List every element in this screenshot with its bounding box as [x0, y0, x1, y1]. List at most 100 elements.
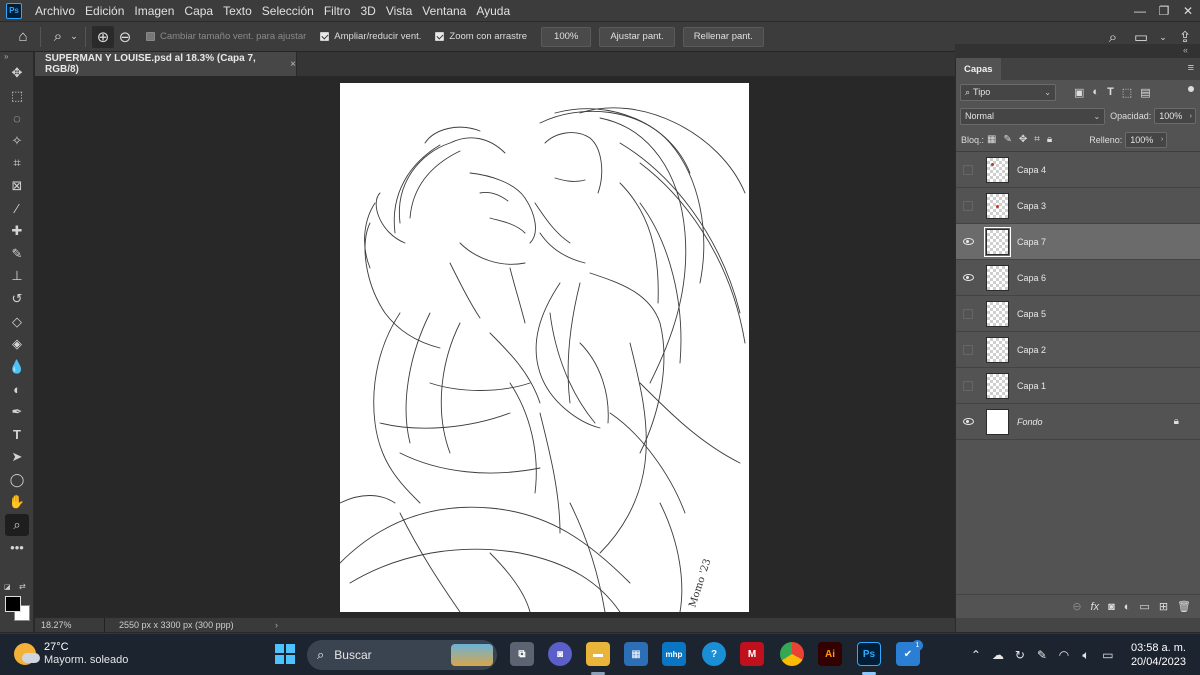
fill-screen-button[interactable]: Rellenar pant.	[682, 26, 764, 47]
chevron-down-icon[interactable]: ⌄	[69, 26, 79, 48]
menu-vista[interactable]: Vista	[381, 4, 417, 18]
magic-wand-tool-icon[interactable]: ✧	[5, 130, 29, 152]
weather-widget[interactable]: 27°C Mayorm. soleado	[14, 641, 128, 667]
filter-toggle[interactable]	[1188, 86, 1194, 92]
scrubby-zoom-checkbox[interactable]: Zoom con arrastre	[435, 31, 527, 42]
resize-windows-checkbox[interactable]: Cambiar tamaño vent. para ajustar	[146, 31, 306, 42]
zoom-in-icon[interactable]: ⊕	[92, 25, 114, 48]
menu-imagen[interactable]: Imagen	[129, 4, 179, 18]
layer-row[interactable]: Capa 5	[956, 296, 1200, 332]
panel-menu-icon[interactable]: ≡	[1188, 62, 1194, 74]
canvas-workspace[interactable]: Momo '23	[35, 76, 955, 617]
add-mask-icon[interactable]: ◙	[1108, 601, 1115, 613]
visibility-toggle[interactable]	[956, 404, 980, 440]
zoom-tool-icon[interactable]: ⌕	[5, 513, 29, 536]
start-button[interactable]	[275, 644, 295, 664]
lock-transparency-icon[interactable]: ▦	[987, 134, 996, 145]
document-canvas[interactable]: Momo '23	[339, 83, 749, 613]
fill-field[interactable]: 100% ›	[1125, 131, 1168, 148]
new-group-icon[interactable]: ▭	[1139, 600, 1149, 613]
photoshop-logo-icon[interactable]: Ps	[6, 2, 22, 19]
zoom-out-icon[interactable]: ⊖	[114, 26, 136, 48]
fit-screen-button[interactable]: Ajustar pant.	[599, 26, 675, 47]
menu-edicion[interactable]: Edición	[80, 4, 129, 18]
zoom-resize-checkbox[interactable]: Ampliar/reducir vent.	[320, 31, 421, 42]
volume-icon[interactable]: 🔈︎	[1075, 648, 1097, 663]
teams-chat-icon[interactable]: ◙	[548, 642, 572, 666]
illustrator-icon[interactable]: Ai	[818, 642, 842, 666]
document-tab[interactable]: SUPERMAN Y LOUISE.psd al 18.3% (Capa 7, …	[35, 52, 297, 76]
menu-3d[interactable]: 3D	[355, 4, 380, 18]
taskbar-search[interactable]: ⌕ Buscar	[307, 640, 497, 670]
pen-tool-icon[interactable]: ✒	[5, 401, 29, 423]
status-menu-arrow[interactable]: ›	[275, 620, 278, 630]
help-app-icon[interactable]: ?	[702, 642, 726, 666]
blend-mode-select[interactable]: Normal ⌄	[960, 107, 1106, 125]
brush-tool-icon[interactable]: ✎	[5, 243, 29, 265]
file-explorer-icon[interactable]: ▬	[586, 642, 610, 666]
layer-row[interactable]: Capa 6	[956, 260, 1200, 296]
collapse-icon[interactable]: »	[0, 52, 33, 62]
swap-colors-icon[interactable]: ⇄	[19, 582, 26, 591]
clock[interactable]: 03:58 a. m. 20/04/2023	[1131, 641, 1186, 669]
layer-effects-icon[interactable]: fx	[1091, 601, 1100, 613]
menu-texto[interactable]: Texto	[218, 4, 257, 18]
frame-tool-icon[interactable]: ⊠	[5, 175, 29, 197]
adjustment-layer-icon[interactable]: ◐	[1124, 601, 1131, 613]
collapse-panels-icon[interactable]: «	[1183, 45, 1188, 55]
mhp-app-icon[interactable]: mhp	[662, 642, 686, 666]
tab-capas[interactable]: Capas	[956, 58, 1001, 80]
lock-artboard-icon[interactable]: ⌗	[1034, 134, 1040, 145]
close-icon[interactable]: ✕	[1176, 0, 1200, 21]
healing-brush-tool-icon[interactable]: ✚	[5, 220, 29, 242]
shape-filter-icon[interactable]: ⬚	[1122, 86, 1132, 99]
microsoft-store-icon[interactable]: ▦	[624, 642, 648, 666]
history-brush-tool-icon[interactable]: ↺	[5, 288, 29, 310]
wifi-icon[interactable]: ◠	[1053, 648, 1075, 662]
crop-tool-icon[interactable]: ⌗	[5, 152, 29, 174]
hand-tool-icon[interactable]: ✋	[5, 491, 29, 513]
visibility-toggle[interactable]	[956, 152, 980, 188]
marquee-tool-icon[interactable]: ⬚	[5, 85, 29, 107]
zoom-100-button[interactable]: 100%	[541, 26, 592, 47]
blur-tool-icon[interactable]: 💧	[5, 356, 29, 378]
battery-icon[interactable]: ▭	[1097, 648, 1119, 662]
type-tool-icon[interactable]: T	[5, 424, 29, 446]
visibility-toggle[interactable]	[956, 188, 980, 224]
lock-icon[interactable]: 🔒︎	[1174, 416, 1179, 427]
visibility-toggle[interactable]	[956, 260, 980, 296]
cloud-sync-icon[interactable]: ☁	[987, 648, 1009, 662]
move-tool-icon[interactable]: ✥	[5, 62, 29, 84]
task-view-icon[interactable]: ⧉	[510, 642, 534, 666]
minimize-icon[interactable]: —	[1128, 0, 1152, 21]
visibility-toggle[interactable]	[956, 368, 980, 404]
menu-filtro[interactable]: Filtro	[319, 4, 356, 18]
lock-all-icon[interactable]: 🔒︎	[1047, 134, 1052, 145]
photoshop-taskbar-icon[interactable]: Ps	[857, 642, 881, 666]
lock-image-icon[interactable]: ✎	[1003, 134, 1011, 145]
zoom-tool-preset-icon[interactable]: ⌕	[47, 26, 69, 48]
layer-row[interactable]: Capa 3	[956, 188, 1200, 224]
new-layer-icon[interactable]: ⊞	[1159, 600, 1168, 613]
link-layers-icon[interactable]: ⊖	[1072, 600, 1081, 613]
opacity-field[interactable]: 100% ›	[1154, 108, 1196, 124]
ellipse-tool-icon[interactable]: ◯	[5, 469, 29, 491]
type-filter-icon[interactable]: T	[1107, 86, 1114, 99]
close-tab-icon[interactable]: ×	[290, 59, 296, 70]
menu-seleccion[interactable]: Selección	[257, 4, 319, 18]
clone-stamp-tool-icon[interactable]: ⊥	[5, 265, 29, 287]
menu-ayuda[interactable]: Ayuda	[471, 4, 515, 18]
eraser-tool-icon[interactable]: ◇	[5, 311, 29, 333]
restore-icon[interactable]: ❐	[1152, 0, 1176, 21]
dodge-tool-icon[interactable]: ◐	[5, 378, 29, 400]
path-selection-tool-icon[interactable]: ➤	[5, 446, 29, 468]
smart-object-filter-icon[interactable]: ▤	[1140, 86, 1150, 99]
layer-row[interactable]: Capa 4	[956, 152, 1200, 188]
more-tools-icon[interactable]: •••	[5, 536, 29, 558]
visibility-toggle[interactable]	[956, 224, 980, 260]
visibility-toggle[interactable]	[956, 332, 980, 368]
zoom-level-field[interactable]: 18.27%	[35, 617, 105, 633]
pen-icon[interactable]: ✎	[1031, 648, 1053, 662]
foreground-color-swatch[interactable]	[5, 596, 21, 612]
menu-archivo[interactable]: Archivo	[30, 4, 80, 18]
